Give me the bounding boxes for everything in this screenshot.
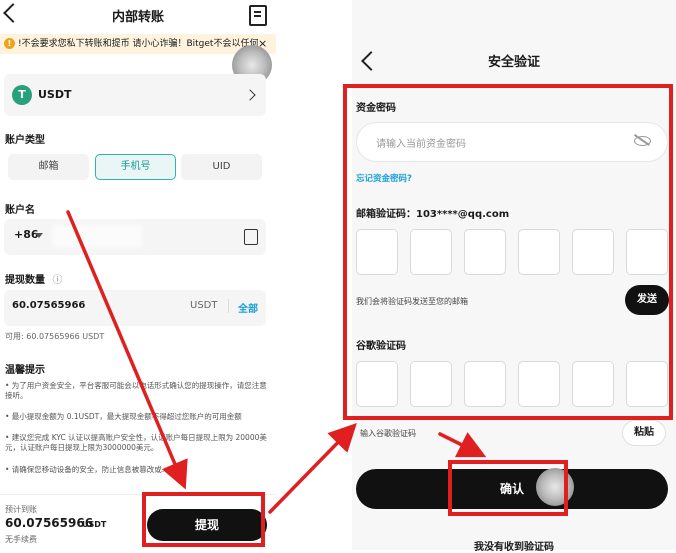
account-name-label: 账户名 xyxy=(5,205,35,216)
page-title: 安全验证 xyxy=(487,55,540,70)
page-title: 内部转账 xyxy=(111,10,164,25)
tab-uid[interactable]: UID xyxy=(181,154,262,180)
warning-text: !不会要求您私下转账和提币 请小心诈骗！Bitget不会以任何形式 xyxy=(18,39,258,49)
info-icon[interactable]: ⓘ xyxy=(52,275,62,286)
dropdown-triangle-icon xyxy=(35,233,43,238)
tip-item: • 为了用户资金安全，平台客服可能会以电话形式确认您的提现操作，请您注意接听。 xyxy=(5,381,267,400)
paste-button[interactable]: 粘贴 xyxy=(622,420,666,446)
divider xyxy=(228,299,229,313)
highlight-box-verification xyxy=(343,84,673,420)
amount-value: 60.07565966 xyxy=(12,300,86,311)
estimate-unit: USDT xyxy=(82,520,107,529)
highlight-box-confirm xyxy=(448,460,568,516)
tip-item: • 建议您完成 KYC 认证以提高账户安全性，认证账户每日提现上限为 20000… xyxy=(5,433,267,452)
highlight-box-withdraw xyxy=(142,492,265,547)
scam-warning-banner: ! !不会要求您私下转账和提币 请小心诈骗！Bitget不会以任何形式 × xyxy=(0,34,276,54)
records-icon[interactable] xyxy=(249,5,267,26)
tip-item: • 请确保您移动设备的安全，防止信息被篡改或... xyxy=(5,465,169,474)
tip-item: • 最小提现金额为 0.1USDT，最大提现金额不得超过您账户的可用金额 xyxy=(5,412,242,421)
tab-phone[interactable]: 手机号 xyxy=(95,154,176,180)
tips-title: 温馨提示 xyxy=(5,365,45,376)
withdraw-screen: 内部转账 ! !不会要求您私下转账和提币 请小心诈骗！Bitget不会以任何形式… xyxy=(0,0,276,550)
available-balance: 可用: 60.07565966 USDT xyxy=(5,332,105,341)
estimate-amount: 60.07565966 xyxy=(5,516,94,530)
usdt-coin-icon: T xyxy=(12,85,32,105)
no-code-link[interactable]: 我没有收到验证码 xyxy=(352,538,676,553)
amount-label: 提现数量 ⓘ xyxy=(5,271,62,286)
arrow-to-verification xyxy=(268,422,357,514)
all-button[interactable]: 全部 xyxy=(238,300,258,315)
warning-icon: ! xyxy=(4,38,15,49)
amount-label-text: 提现数量 xyxy=(5,275,45,286)
account-type-label: 账户类型 xyxy=(5,135,45,146)
google-input-hint: 输入谷歌验证码 xyxy=(360,429,416,438)
fee-label: 无手续费 xyxy=(5,535,37,544)
coin-name: USDT xyxy=(38,88,72,101)
amount-unit: USDT xyxy=(190,300,218,311)
redacted-phone-number xyxy=(52,224,142,248)
estimate-label: 预计到账 xyxy=(5,505,37,514)
contacts-icon[interactable] xyxy=(244,229,258,245)
tab-email[interactable]: 邮箱 xyxy=(8,154,89,180)
